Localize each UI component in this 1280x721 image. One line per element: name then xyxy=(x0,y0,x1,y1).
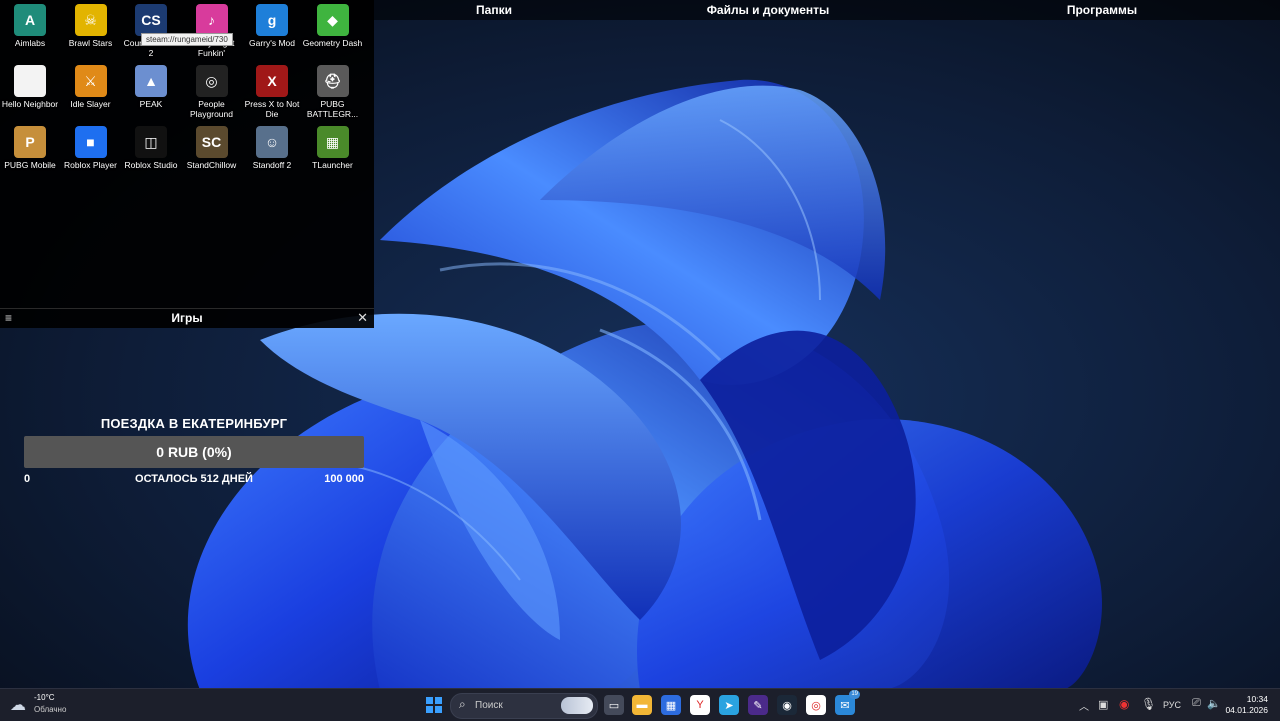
goal-progress-bar: 0 RUB (0%) xyxy=(24,436,364,468)
games-fence-title: Игры xyxy=(171,311,203,325)
press-x-icon: X xyxy=(256,65,288,97)
counter-strike-icon: CS xyxy=(135,4,167,36)
peak-icon: ▲ xyxy=(135,65,167,97)
tray-app-icon[interactable]: ▣ xyxy=(1098,698,1108,711)
game-label: PUBG BATTLEGR... xyxy=(306,99,359,119)
task-view-icon[interactable]: ▭ xyxy=(604,695,624,715)
search-highlight-image xyxy=(561,697,593,714)
search-box[interactable]: ⌕ Поиск xyxy=(450,693,598,719)
standoff-icon: ☺ xyxy=(256,126,288,158)
brawl-stars-icon: ☠ xyxy=(74,4,107,36)
game-shortcut[interactable]: ◫ Roblox Studio xyxy=(121,126,181,170)
pubg-icon: ⛑ xyxy=(316,65,349,97)
game-label: Garry's Mod xyxy=(248,38,296,48)
clock-date: 04.01.2026 xyxy=(1225,705,1268,715)
game-shortcut[interactable]: P PUBG Mobile xyxy=(0,126,60,170)
game-label: Roblox Player xyxy=(64,160,117,170)
close-icon[interactable]: ✕ xyxy=(357,310,368,326)
search-placeholder: Поиск xyxy=(475,700,503,711)
game-shortcut[interactable]: ☺ Standoff 2 xyxy=(242,126,302,170)
goal-progress-text: 0 RUB (0%) xyxy=(156,444,232,460)
file-explorer-icon[interactable]: ▬ xyxy=(632,695,652,715)
game-shortcut[interactable]: SC StandChillow xyxy=(182,126,242,170)
game-label: Standoff 2 xyxy=(252,160,292,170)
idle-slayer-icon: ⚔ xyxy=(74,65,107,97)
geometry-dash-icon: ◆ xyxy=(316,4,349,36)
game-shortcut[interactable]: ▦ TLauncher xyxy=(303,126,363,170)
game-label: Idle Slayer xyxy=(70,99,111,109)
games-fence-header: ≡ Игры ✕ xyxy=(0,308,374,328)
notification-badge: 19 xyxy=(849,690,860,699)
game-shortcut[interactable]: g Garry's Mod xyxy=(242,4,302,48)
weather-condition: Облачно xyxy=(34,705,67,714)
game-shortcut[interactable]: X Press X to Not Die xyxy=(242,65,302,119)
game-label: Hello Neighbor xyxy=(1,99,59,109)
recording-icon[interactable]: ◉ xyxy=(1119,697,1129,711)
steam-icon[interactable]: ◉ xyxy=(777,695,797,715)
chevron-up-icon[interactable]: ︿ xyxy=(1079,698,1089,713)
feather-app-icon[interactable]: ✎ xyxy=(748,695,768,715)
goal-max: 100 000 xyxy=(324,473,364,485)
roblox-icon: ■ xyxy=(74,126,107,158)
game-shortcut[interactable]: ⛑ PUBG BATTLEGR... xyxy=(303,65,363,119)
game-label: People Playground xyxy=(189,99,233,119)
clock-time: 10:34 xyxy=(1246,694,1268,704)
game-label: Roblox Studio xyxy=(124,160,178,170)
garrys-mod-icon: g xyxy=(256,4,288,36)
clock[interactable]: 10:34 04.01.2026 xyxy=(1225,694,1268,716)
search-icon: ⌕ xyxy=(459,697,466,711)
chrome-icon[interactable]: ◎ xyxy=(806,695,826,715)
roblox-studio-icon: ◫ xyxy=(135,126,167,158)
fence-title-programs[interactable]: Программы xyxy=(1050,3,1154,17)
goal-remaining: ОСТАЛОСЬ 512 ДНЕЙ xyxy=(135,473,253,485)
game-shortcut[interactable]: ◎ People Playground xyxy=(182,65,242,119)
game-shortcut[interactable]: ■ Roblox Player xyxy=(61,126,121,170)
store-icon[interactable]: ▦ xyxy=(661,695,681,715)
network-icon[interactable]: ⎚ xyxy=(1192,697,1201,710)
game-shortcut[interactable]: A Aimlabs xyxy=(0,4,60,48)
game-shortcut[interactable]: ☠ Brawl Stars xyxy=(61,4,121,48)
game-label: Aimlabs xyxy=(14,38,46,48)
game-label: PEAK xyxy=(139,99,163,109)
people-playground-icon: ◎ xyxy=(195,65,228,97)
cloud-icon: ☁ xyxy=(10,697,26,714)
fnf-icon: ♪ xyxy=(195,4,228,36)
game-shortcut[interactable]: ⚔ Idle Slayer xyxy=(61,65,121,109)
game-shortcut[interactable]: ◆ Geometry Dash xyxy=(303,4,363,48)
game-label: Press X to Not Die xyxy=(244,99,300,119)
taskbar: ☁ -10°C Облачно ⌕ Поиск ▭ ▬ ▦ Y ➤ ✎ ◉ ◎ ✉ 19 ︿ ▣ … xyxy=(0,688,1280,721)
tlauncher-icon: ▦ xyxy=(316,126,349,158)
yandex-browser-icon[interactable]: Y xyxy=(690,695,710,715)
telegram-icon[interactable]: ➤ xyxy=(719,695,739,715)
pubg-mobile-icon: P xyxy=(14,126,46,158)
game-label: StandChillow xyxy=(186,160,237,170)
microphone-icon[interactable]: 🎙 xyxy=(1141,697,1156,711)
fence-title-files[interactable]: Файлы и документы xyxy=(690,3,846,17)
file-icon xyxy=(14,65,46,97)
fence-title-folders[interactable]: Папки xyxy=(444,3,544,17)
weather-temp: -10°C xyxy=(34,693,55,702)
game-label: Geometry Dash xyxy=(302,38,363,48)
messenger-icon[interactable]: ✉ 19 xyxy=(835,690,860,715)
game-shortcut[interactable]: ♪Friday Night Funkin' xyxy=(182,4,242,58)
volume-icon[interactable]: 🔈 xyxy=(1207,697,1221,710)
game-shortcut[interactable]: CSCounter-Strike 2 xyxy=(121,4,181,58)
goal-title: ПОЕЗДКА В ЕКАТЕРИНБУРГ xyxy=(100,416,288,431)
aimlabs-icon: A xyxy=(14,4,46,36)
game-label: PUBG Mobile xyxy=(4,160,56,170)
standchillow-icon: SC xyxy=(195,126,228,158)
language-indicator[interactable]: РУС xyxy=(1163,700,1181,710)
game-shortcut[interactable]: ▲ PEAK xyxy=(121,65,181,109)
game-label: Brawl Stars xyxy=(68,38,113,48)
game-shortcut[interactable]: Hello Neighbor xyxy=(0,65,60,109)
tooltip: steam://rungameid/730 xyxy=(141,33,233,46)
start-icon[interactable] xyxy=(424,695,444,715)
games-fence: A Aimlabs ☠ Brawl Stars CSCounter-Strike 2♪F… xyxy=(0,0,374,308)
game-label: TLauncher xyxy=(312,160,353,170)
